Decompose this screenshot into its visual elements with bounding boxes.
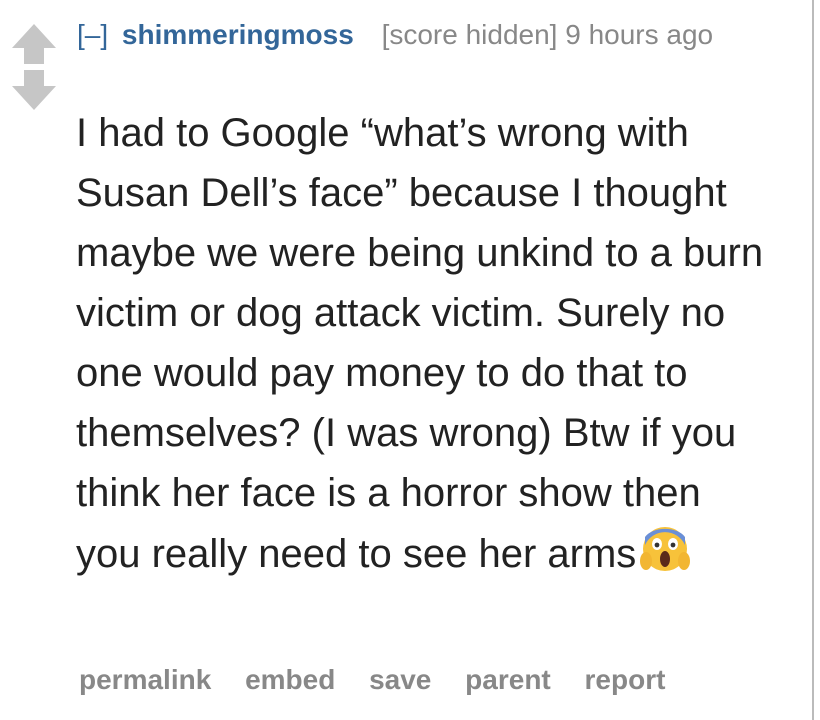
- score-label: [score hidden]: [381, 19, 558, 50]
- collapse-button[interactable]: [–]: [77, 19, 108, 50]
- permalink-link[interactable]: permalink: [79, 664, 211, 695]
- timestamp: 9 hours ago: [565, 19, 714, 50]
- comment-tagline: [–] shimmeringmoss [score hidden] 9 hour…: [77, 17, 717, 53]
- comment-actions: permalink embed save parent report: [79, 664, 691, 696]
- comment-body-text: I had to Google “what’s wrong with Susan…: [76, 111, 764, 576]
- comment-page: [–] shimmeringmoss [score hidden] 9 hour…: [0, 0, 820, 720]
- author-link[interactable]: shimmeringmoss: [122, 19, 354, 50]
- save-link[interactable]: save: [369, 664, 431, 695]
- sidebar-divider: [812, 0, 814, 720]
- downvote-arrow-icon[interactable]: [10, 68, 58, 112]
- face-screaming-in-fear-icon: [640, 523, 691, 590]
- comment-body: I had to Google “what’s wrong with Susan…: [76, 103, 776, 590]
- embed-link[interactable]: embed: [245, 664, 335, 695]
- parent-link[interactable]: parent: [465, 664, 551, 695]
- upvote-arrow-icon[interactable]: [10, 22, 58, 66]
- report-link[interactable]: report: [585, 664, 666, 695]
- vote-controls: [10, 22, 58, 116]
